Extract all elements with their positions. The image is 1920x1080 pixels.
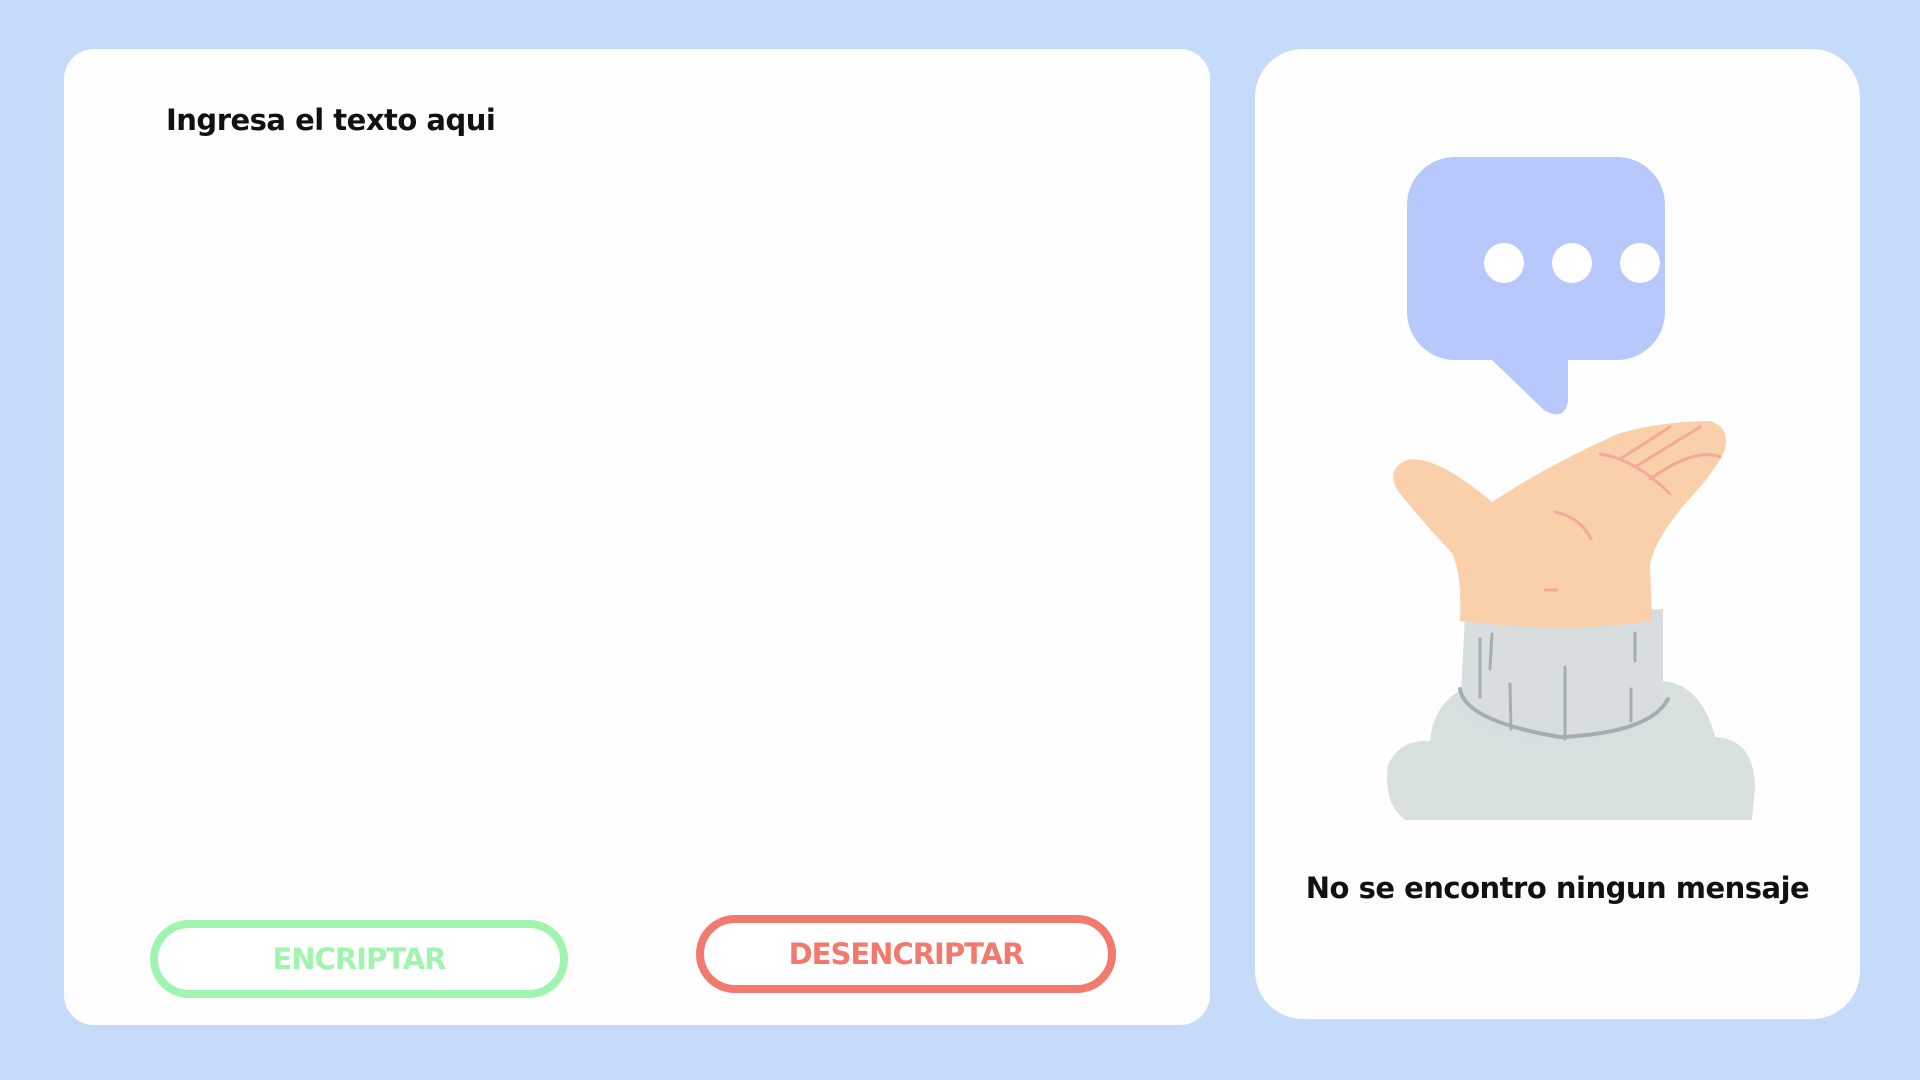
open-hand-icon — [1393, 421, 1726, 628]
sleeve-icon — [1458, 609, 1670, 743]
output-panel: No se encontro ningun mensaje — [1255, 49, 1860, 1019]
text-input[interactable] — [166, 103, 1126, 903]
decrypt-button[interactable]: DESENCRIPTAR — [696, 915, 1116, 993]
hand-with-speech-bubble-illustration — [1387, 157, 1755, 820]
input-panel: ENCRIPTAR DESENCRIPTAR — [64, 49, 1210, 1025]
encrypt-button[interactable]: ENCRIPTAR — [150, 920, 568, 998]
speech-bubble-icon — [1407, 157, 1665, 415]
app-page: ENCRIPTAR DESENCRIPTAR — [0, 0, 1920, 1080]
empty-message-text: No se encontro ningun mensaje — [1305, 871, 1810, 905]
